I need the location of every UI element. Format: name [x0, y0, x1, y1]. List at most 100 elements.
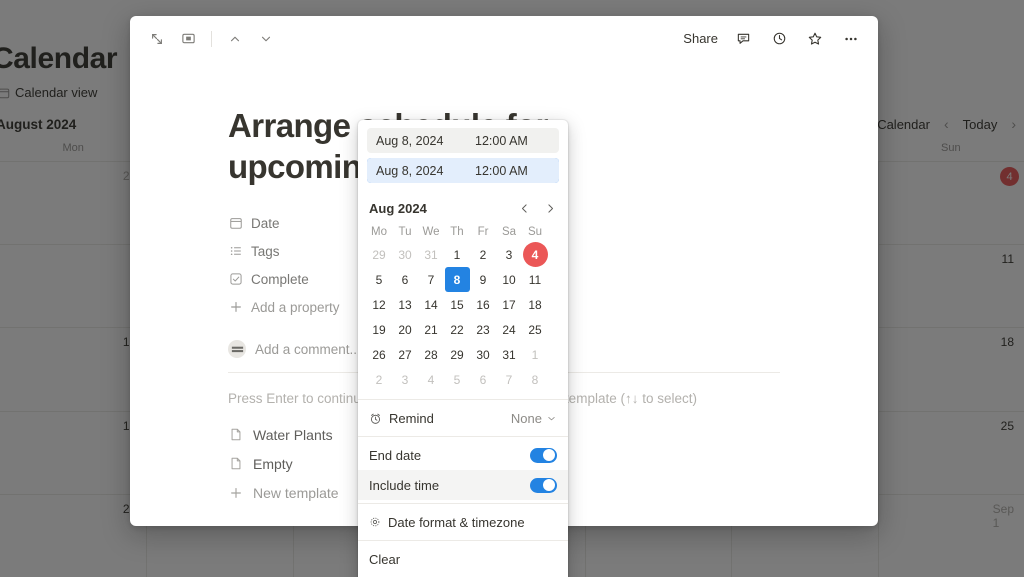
- picker-day-header-row: Mo Tu We Th Fr Sa Su: [366, 222, 560, 242]
- picker-day[interactable]: 7: [497, 367, 522, 392]
- avatar: [228, 340, 246, 358]
- share-button[interactable]: Share: [683, 31, 718, 46]
- picker-week-row: 26 27 28 29 30 31 1: [366, 342, 560, 367]
- property-label: Date: [251, 215, 280, 231]
- template-label: New template: [253, 484, 339, 501]
- start-date-row[interactable]: Aug 8, 2024 12:00 AM: [367, 128, 559, 153]
- picker-calendar-header: Aug 2024: [358, 194, 568, 220]
- page-icon: [228, 427, 243, 442]
- picker-day[interactable]: 13: [393, 292, 418, 317]
- picker-day[interactable]: 11: [523, 267, 548, 292]
- picker-month-label: Aug 2024: [369, 200, 427, 216]
- picker-day-header: We: [422, 226, 440, 238]
- plus-icon: [228, 300, 243, 314]
- date-picker-popup: Aug 8, 2024 12:00 AM Aug 8, 2024 12:00 A…: [358, 120, 568, 577]
- picker-day[interactable]: 27: [393, 342, 418, 367]
- comment-icon[interactable]: [732, 28, 754, 50]
- expand-arrows-icon[interactable]: [146, 28, 168, 50]
- picker-day[interactable]: 18: [523, 292, 548, 317]
- picker-day[interactable]: 22: [445, 317, 470, 342]
- picker-day[interactable]: 20: [393, 317, 418, 342]
- date-time-fields: Aug 8, 2024 12:00 AM Aug 8, 2024 12:00 A…: [358, 120, 568, 194]
- picker-week-row: 12 13 14 15 16 17 18: [366, 292, 560, 317]
- clear-row[interactable]: Clear: [358, 544, 568, 574]
- picker-day[interactable]: 25: [523, 317, 548, 342]
- picker-day[interactable]: 2: [367, 367, 392, 392]
- picker-day[interactable]: 15: [445, 292, 470, 317]
- start-date-input[interactable]: Aug 8, 2024: [367, 128, 466, 153]
- picker-day[interactable]: 29: [445, 342, 470, 367]
- template-label: Empty: [253, 455, 293, 472]
- toolbar-divider: [211, 30, 212, 47]
- picker-divider-3: [358, 503, 568, 504]
- picker-day[interactable]: 23: [471, 317, 496, 342]
- picker-day[interactable]: 29: [367, 242, 392, 267]
- date-format-row[interactable]: Date format & timezone: [358, 507, 568, 537]
- date-format-label: Date format & timezone: [388, 514, 525, 530]
- clock-history-icon[interactable]: [768, 28, 790, 50]
- remind-row[interactable]: Remind None: [358, 403, 568, 433]
- picker-day[interactable]: 3: [497, 242, 522, 267]
- picker-day[interactable]: 21: [419, 317, 444, 342]
- picker-today-day[interactable]: 4: [522, 242, 548, 267]
- picker-day[interactable]: 31: [497, 342, 522, 367]
- modal-toolbar: Share: [130, 16, 878, 61]
- picker-day[interactable]: 14: [419, 292, 444, 317]
- picker-day[interactable]: 9: [471, 267, 496, 292]
- end-time-input[interactable]: 12:00 AM: [466, 158, 559, 183]
- end-date-toggle[interactable]: [530, 447, 557, 463]
- end-date-label: End date: [369, 447, 422, 463]
- end-date-toggle-row[interactable]: End date: [358, 440, 568, 470]
- picker-day[interactable]: 17: [497, 292, 522, 317]
- property-label: Complete: [251, 271, 309, 287]
- picker-day[interactable]: 12: [367, 292, 392, 317]
- include-time-label: Include time: [369, 477, 440, 493]
- picker-day[interactable]: 5: [445, 367, 470, 392]
- picker-day[interactable]: 7: [419, 267, 444, 292]
- picker-day[interactable]: 28: [419, 342, 444, 367]
- picker-day[interactable]: 6: [471, 367, 496, 392]
- property-label: Tags: [251, 243, 280, 259]
- picker-day-header: Su: [527, 226, 543, 238]
- picker-divider-4: [358, 540, 568, 541]
- picker-day[interactable]: 5: [367, 267, 392, 292]
- picker-day[interactable]: 1: [523, 342, 548, 367]
- plus-icon: [228, 486, 243, 500]
- picker-selected-day[interactable]: 8: [444, 267, 470, 292]
- picker-day[interactable]: 2: [471, 242, 496, 267]
- picker-day-header: Mo: [371, 226, 387, 238]
- chevron-down-icon[interactable]: [546, 413, 557, 424]
- picker-day[interactable]: 3: [393, 367, 418, 392]
- chevron-right-icon[interactable]: [544, 202, 557, 215]
- picker-day[interactable]: 6: [393, 267, 418, 292]
- side-peek-icon[interactable]: [177, 28, 199, 50]
- chevron-up-icon[interactable]: [224, 28, 246, 50]
- picker-day[interactable]: 26: [367, 342, 392, 367]
- picker-day-header: Sa: [501, 226, 517, 238]
- list-icon: [228, 244, 243, 258]
- picker-day[interactable]: 1: [445, 242, 470, 267]
- remind-value: None: [510, 410, 542, 426]
- picker-day[interactable]: 10: [497, 267, 522, 292]
- picker-divider: [358, 399, 568, 400]
- picker-day[interactable]: 30: [393, 242, 418, 267]
- picker-day[interactable]: 30: [471, 342, 496, 367]
- picker-day[interactable]: 24: [497, 317, 522, 342]
- start-time-input[interactable]: 12:00 AM: [466, 128, 559, 153]
- include-time-toggle-row[interactable]: Include time: [358, 470, 568, 500]
- more-options-icon[interactable]: [840, 28, 862, 50]
- picker-day[interactable]: 19: [367, 317, 392, 342]
- picker-day[interactable]: 31: [419, 242, 444, 267]
- end-date-input[interactable]: Aug 8, 2024: [367, 158, 466, 183]
- picker-day[interactable]: 16: [471, 292, 496, 317]
- checkbox-icon: [228, 272, 243, 286]
- include-time-toggle[interactable]: [530, 477, 557, 493]
- end-date-row[interactable]: Aug 8, 2024 12:00 AM: [367, 158, 559, 183]
- chevron-down-icon[interactable]: [255, 28, 277, 50]
- picker-day[interactable]: 4: [419, 367, 444, 392]
- chevron-left-icon[interactable]: [518, 202, 531, 215]
- gear-icon: [369, 516, 381, 528]
- remind-label: Remind: [389, 410, 434, 426]
- picker-day[interactable]: 8: [523, 367, 548, 392]
- star-icon[interactable]: [804, 28, 826, 50]
